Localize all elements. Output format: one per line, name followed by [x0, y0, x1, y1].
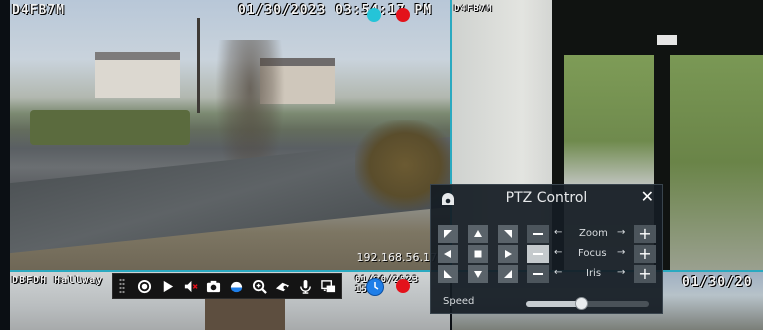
play-icon [164, 280, 174, 292]
arrow-up-left-icon [444, 230, 452, 238]
door-sign [657, 35, 677, 45]
stop-icon [474, 250, 482, 258]
color-icon [230, 281, 243, 292]
arrow-right-icon: → [617, 227, 626, 238]
pan-left-button[interactable] [438, 245, 458, 263]
pan-up-right-button[interactable] [498, 225, 518, 243]
arrow-left-icon: ← [554, 267, 563, 278]
speed-slider[interactable] [526, 297, 649, 310]
arrow-right-icon: → [617, 267, 626, 278]
focus-near-button[interactable] [527, 245, 549, 263]
arrow-up-right-icon [504, 230, 512, 238]
focus-far-button[interactable]: + [634, 245, 656, 263]
record-button[interactable] [135, 276, 155, 296]
drag-handle[interactable] [119, 278, 125, 294]
camera-name: DBFDH Hallway [12, 275, 104, 286]
microphone-button[interactable] [295, 276, 315, 296]
ptz-title: PTZ Control [505, 190, 588, 206]
stop-button[interactable] [468, 245, 488, 263]
microphone-icon [299, 279, 311, 294]
iris-open-button[interactable]: + [634, 265, 656, 283]
house [95, 52, 180, 98]
play-button[interactable] [158, 276, 178, 296]
arrow-left-icon [444, 250, 451, 258]
zoom-button[interactable] [249, 276, 269, 296]
ptz-icon [275, 282, 289, 291]
pan-right-button[interactable] [498, 245, 518, 263]
arrow-left-icon: ← [554, 227, 563, 238]
pan-up-left-button[interactable] [438, 225, 458, 243]
ptz-header[interactable]: PTZ Control ✕ [431, 185, 662, 213]
iris-close-button[interactable] [527, 265, 549, 283]
ptz-control-panel: PTZ Control ✕ ← Zoom → + ← Focus → + ← I… [430, 184, 663, 314]
zoom-out-button[interactable] [527, 225, 549, 243]
focus-label: Focus [578, 248, 607, 259]
camera-icon [207, 280, 221, 292]
tilt-down-button[interactable] [468, 265, 488, 283]
zoom-icon [252, 279, 267, 294]
utility-pole [197, 18, 200, 113]
clock-icon [366, 278, 384, 296]
tilt-up-button[interactable] [468, 225, 488, 243]
arrow-right-icon [505, 250, 512, 258]
mute-icon [185, 280, 198, 292]
color-button[interactable] [227, 276, 247, 296]
camera-timestamp: 01/30/20 [682, 275, 753, 290]
arrow-right-icon: → [617, 247, 626, 258]
mute-button[interactable] [181, 276, 201, 296]
iris-label: Iris [586, 268, 602, 279]
speed-label: Speed [443, 296, 475, 307]
door-glass [670, 55, 763, 270]
arrow-up-icon [474, 230, 482, 237]
speed-slider-fill [526, 301, 582, 307]
record-indicator [396, 279, 410, 293]
status-indicator-cyan [367, 8, 381, 22]
pan-down-left-button[interactable] [438, 265, 458, 283]
camera-tile-street[interactable]: D4FB7M 01/30/2023 03:54:17 PM 192.168.56… [10, 0, 450, 270]
camera-name: D4FB7M [12, 3, 65, 18]
camera-name: D4FB7M [454, 4, 493, 14]
camera-toolbar [112, 273, 342, 299]
minus-icon [533, 273, 543, 275]
record-indicator [396, 8, 410, 22]
arrow-down-left-icon [444, 270, 452, 278]
arrow-down-icon [474, 271, 482, 278]
arrow-left-icon: ← [554, 247, 563, 258]
minus-icon [533, 253, 543, 255]
speed-slider-thumb[interactable] [575, 297, 589, 310]
lawn [30, 110, 190, 145]
arrow-down-right-icon [504, 270, 512, 278]
stream-button[interactable] [318, 276, 338, 296]
ptz-button[interactable] [272, 276, 292, 296]
snapshot-button[interactable] [204, 276, 224, 296]
record-icon [138, 279, 152, 293]
zoom-label: Zoom [579, 228, 608, 239]
close-button[interactable]: ✕ [641, 187, 654, 206]
zoom-in-button[interactable]: + [634, 225, 656, 243]
pan-down-right-button[interactable] [498, 265, 518, 283]
stream-icon [320, 279, 335, 292]
minus-icon [533, 233, 543, 235]
